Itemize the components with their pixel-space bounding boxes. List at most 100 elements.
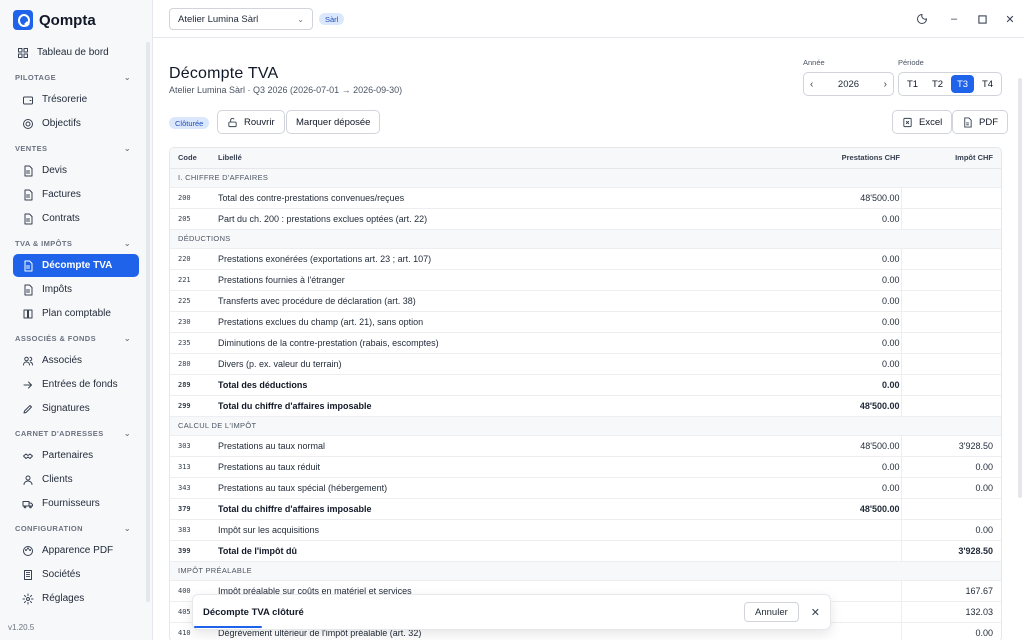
close-window-icon[interactable]: ✕ [1003,12,1017,26]
toast-message: Décompte TVA clôturé [203,606,304,618]
sidebar-item-label: Impôts [42,284,73,295]
table-section-row: CALCUL DE L'IMPÔT [170,416,1001,436]
row-services-amount: 0.00 [781,353,902,375]
next-year-icon[interactable]: › [884,79,887,90]
sidebar-item-label: Réglages [42,593,85,604]
row-services-amount: 0.00 [781,290,902,312]
page-title: Décompte TVA [169,65,279,82]
sidebar-item-label: Sociétés [42,569,81,580]
row-tax-amount [901,311,1001,333]
row-code: 200 [170,187,211,209]
period-tab-t4[interactable]: T4 [976,75,999,93]
sidebar-item-clients[interactable]: Clients [13,468,139,491]
sidebar-nav: Tableau de bord PILOTAGE ⌄ Trésorerie Object… [13,41,139,611]
sidebar-section-title: CONFIGURATION [15,523,83,533]
row-code: 383 [170,519,211,541]
undo-button[interactable]: Annuler [744,602,799,622]
sidebar-item-label: Entrées de fonds [42,379,118,390]
excel-label: Excel [919,116,943,128]
sidebar-item-tresorerie[interactable]: Trésorerie [13,88,139,111]
row-code: 221 [170,269,211,291]
tax-document-icon [22,284,34,296]
sidebar-item-factures[interactable]: Factures [13,183,139,206]
vat-return-table: Code Libellé Prestations CHF Impôt CHF I… [169,147,1002,640]
table-section-row: IMPÔT PRÉALABLE [170,561,1001,581]
sidebar-item-dashboard[interactable]: Tableau de bord [13,41,139,64]
table-row: 313 Prestations au taux réduit 0.00 0.00 [170,456,1001,478]
sidebar-item-decompte-tva[interactable]: Décompte TVA [13,254,139,277]
invoice-document-icon [22,189,34,201]
sidebar-item-partenaires[interactable]: Partenaires [13,444,139,467]
sidebar-section-tva-impots[interactable]: TVA & IMPÔTS ⌄ [13,232,139,254]
pdf-export-button[interactable]: PDF [952,110,1008,134]
vat-document-icon [22,260,34,272]
row-tax-amount: 132.03 [901,601,1001,623]
row-label: Prestations fournies à l'étranger [211,269,781,291]
excel-export-button[interactable]: Excel [892,110,953,134]
maximize-icon[interactable] [975,12,989,26]
sidebar-item-signatures[interactable]: Signatures [13,397,139,420]
column-header-label: Libellé [211,148,781,169]
book-icon [22,308,34,320]
sidebar-section-associes-fonds[interactable]: ASSOCIÉS & FONDS ⌄ [13,327,139,349]
dashboard-icon [17,47,29,59]
wallet-icon [22,94,34,106]
sidebar-section-title: ASSOCIÉS & FONDS [15,333,96,343]
status-badge: Clôturée [169,117,210,129]
row-services-amount [781,519,902,541]
sidebar-item-contrats[interactable]: Contrats [13,207,139,230]
sidebar-item-entrees-de-fonds[interactable]: Entrées de fonds [13,373,139,396]
row-code: 299 [170,395,211,417]
table-header-row: Code Libellé Prestations CHF Impôt CHF [170,148,1001,169]
row-label: Diminutions de la contre-prestation (rab… [211,332,781,354]
row-services-amount: 48'500.00 [781,395,902,417]
period-tab-t3[interactable]: T3 [951,75,974,93]
row-tax-amount: 0.00 [901,519,1001,541]
row-label: Prestations au taux spécial (hébergement… [211,477,781,499]
sidebar-item-apparence-pdf[interactable]: Apparence PDF [13,539,139,562]
table-row: 303 Prestations au taux normal 48'500.00 3'… [170,435,1001,457]
sidebar-item-societes[interactable]: Sociétés [13,563,139,586]
row-code: 399 [170,540,211,562]
spreadsheet-icon [903,117,912,127]
toast-notification: Décompte TVA clôturé Annuler ✕ [192,594,831,630]
row-label: Part du ch. 200 : prestations exclues op… [211,208,781,230]
minimize-icon[interactable]: – [947,12,961,26]
sidebar-item-label: Partenaires [42,450,94,461]
table-row: 205 Part du ch. 200 : prestations exclues… [170,208,1001,230]
reopen-button[interactable]: Rouvrir [217,110,285,134]
table-row: 200 Total des contre-prestations convenue… [170,187,1001,209]
sidebar-item-plan-comptable[interactable]: Plan comptable [13,302,139,325]
sidebar-section-pilotage[interactable]: PILOTAGE ⌄ [13,66,139,88]
previous-year-icon[interactable]: ‹ [810,79,813,90]
sidebar-item-label: Objectifs [42,118,81,129]
sidebar-section-ventes[interactable]: VENTES ⌄ [13,137,139,159]
sidebar-section-carnet-d-adresses[interactable]: CARNET D'ADRESSES ⌄ [13,422,139,444]
sidebar-item-objectifs[interactable]: Objectifs [13,112,139,135]
sidebar-section-configuration[interactable]: CONFIGURATION ⌄ [13,517,139,539]
sidebar-item-associes[interactable]: Associés [13,349,139,372]
table-section-row: DÉDUCTIONS [170,229,1001,249]
mark-filed-button[interactable]: Marquer déposée [286,110,381,134]
period-tab-t2[interactable]: T2 [926,75,949,93]
main-scrollbar[interactable] [1018,78,1022,498]
period-tab-t1[interactable]: T1 [901,75,924,93]
sidebar-item-fournisseurs[interactable]: Fournisseurs [13,492,139,515]
row-tax-amount [901,498,1001,520]
row-code: 220 [170,248,211,270]
row-label: Total des déductions [211,374,781,396]
row-label: Divers (p. ex. valeur du terrain) [211,353,781,375]
company-select[interactable]: Atelier Lumina Sàrl ⌄ [169,8,313,30]
app-logo[interactable]: Qompta [13,10,96,30]
reopen-label: Rouvrir [244,116,275,128]
theme-toggle-icon[interactable] [915,12,929,26]
sidebar-scrollbar[interactable] [146,42,150,602]
chevron-down-icon: ⌄ [123,333,131,343]
quote-document-icon [22,165,34,177]
close-icon[interactable]: ✕ [811,606,820,619]
sidebar-item-devis[interactable]: Devis [13,159,139,182]
row-services-amount: 0.00 [781,208,902,230]
chevron-down-icon: ⌄ [123,428,131,438]
sidebar-item-reglages[interactable]: Réglages [13,587,139,610]
sidebar-item-impots[interactable]: Impôts [13,278,139,301]
